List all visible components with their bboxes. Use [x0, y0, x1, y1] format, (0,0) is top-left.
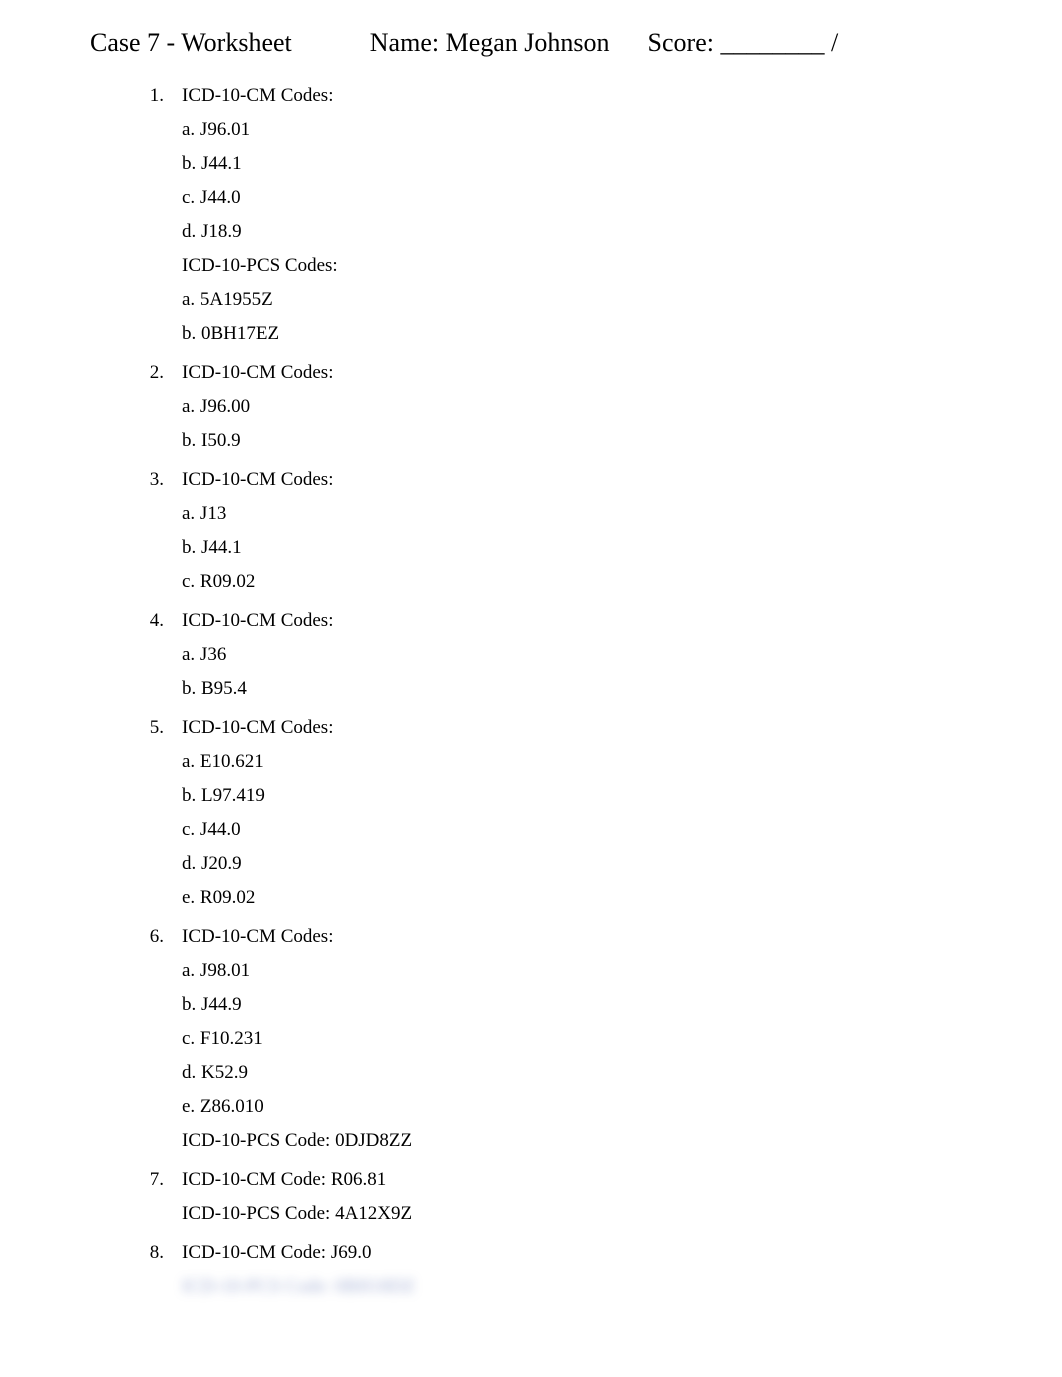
code-line: a. E10.621: [182, 751, 972, 773]
question-number: 4.: [138, 605, 182, 632]
question-number: 7.: [138, 1164, 182, 1191]
code-line: b. J44.1: [182, 153, 972, 175]
code-line: a. J96.00: [182, 396, 972, 418]
question-content: ICD-10-CM Codes: a. J98.01 b. J44.9 c. F10.…: [182, 921, 972, 1164]
score-suffix: /: [831, 28, 838, 57]
code-line: a. J13: [182, 503, 972, 525]
code-line: d. J20.9: [182, 853, 972, 875]
header-score: Score: ________ /: [648, 28, 839, 58]
code-line: c. J44.0: [182, 819, 972, 841]
code-line: e. R09.02: [182, 887, 972, 909]
code-line: c. J44.0: [182, 187, 972, 209]
code-line: b. I50.9: [182, 430, 972, 452]
name-label: Name:: [370, 28, 439, 57]
code-line: d. K52.9: [182, 1062, 972, 1084]
code-line: a. J36: [182, 644, 972, 666]
question-number: 8.: [138, 1237, 182, 1264]
question-number: 1.: [138, 80, 182, 107]
code-line: a. J96.01: [182, 119, 972, 141]
question-content: ICD-10-CM Code: J69.0 ICD-10-PCS Code: 0B…: [182, 1237, 972, 1310]
code-line: a. 5A1955Z: [182, 289, 972, 311]
code-line-inline: ICD-10-PCS Code: 0DJD8ZZ: [182, 1130, 972, 1152]
code-line: d. J18.9: [182, 221, 972, 243]
question-item: 1.ICD-10-CM Codes: a. J96.01 b. J44.1 c. J4…: [138, 80, 972, 357]
questions-list: 1.ICD-10-CM Codes:a. J96.01b. J44.1c. J4…: [90, 80, 972, 1310]
header-title: Case 7 - Worksheet: [90, 28, 292, 58]
code-line: b. 0BH17EZ: [182, 323, 972, 345]
question-content: ICD-10-CM Codes: a. J13 b. J44.1 c. R09.02: [182, 464, 972, 605]
question-item: 8.ICD-10-CM Code: J69.0 ICD-10-PCS Code: …: [138, 1237, 972, 1310]
question-content: ICD-10-CM Code: R06.81 ICD-10-PCS Code: 4…: [182, 1164, 972, 1237]
code-group-heading: ICD-10-CM Codes:: [182, 469, 972, 491]
question-content: ICD-10-CM Codes: a. J96.00 b. I50.9: [182, 357, 972, 464]
code-group-heading: ICD-10-CM Codes:: [182, 610, 972, 632]
code-line: c. R09.02: [182, 571, 972, 593]
question-item: 5.ICD-10-CM Codes: a. E10.621 b. L97.419 c.…: [138, 712, 972, 921]
code-line: b. J44.9: [182, 994, 972, 1016]
code-line-inline: ICD-10-PCS Code: 4A12X9Z: [182, 1203, 972, 1225]
question-item: 7.ICD-10-CM Code: R06.81 ICD-10-PCS Code:…: [138, 1164, 972, 1237]
question-number: 6.: [138, 921, 182, 948]
question-content: ICD-10-CM Codes: a. J36 b. B95.4: [182, 605, 972, 712]
code-line-inline: ICD-10-CM Code: J69.0: [182, 1242, 972, 1264]
score-blank: ________: [720, 28, 824, 57]
question-item: 2.ICD-10-CM Codes: a. J96.00 b. I50.9: [138, 357, 972, 464]
question-item: 4.ICD-10-CM Codes: a. J36 b. B95.4: [138, 605, 972, 712]
code-line-inline: ICD-10-CM Code: R06.81: [182, 1169, 972, 1191]
question-content: ICD-10-CM Codes: a. E10.621 b. L97.419 c. J…: [182, 712, 972, 921]
code-group-heading: ICD-10-CM Codes:: [182, 85, 972, 107]
question-number: 3.: [138, 464, 182, 491]
question-content: ICD-10-CM Codes: a. J96.01 b. J44.1 c. J44.…: [182, 80, 972, 357]
code-group-heading: ICD-10-CM Codes:: [182, 362, 972, 384]
code-line: a. J98.01: [182, 960, 972, 982]
question-item: 6.ICD-10-CM Codes: a. J98.01 b. J44.9 c. F1…: [138, 921, 972, 1164]
code-line: b. J44.1: [182, 537, 972, 559]
header-row: Case 7 - Worksheet Name: Megan Johnson S…: [90, 28, 972, 58]
question-item: 3.ICD-10-CM Codes: a. J13 b. J44.1 c. R09.0…: [138, 464, 972, 605]
code-line: e. Z86.010: [182, 1096, 972, 1118]
header-name: Name: Megan Johnson: [370, 28, 610, 58]
worksheet-page: Case 7 - Worksheet Name: Megan Johnson S…: [0, 0, 1062, 1377]
score-label: Score:: [648, 28, 714, 57]
name-value: Megan Johnson: [446, 28, 610, 57]
code-line: c. F10.231: [182, 1028, 972, 1050]
code-group-heading: ICD-10-CM Codes:: [182, 926, 972, 948]
code-group-heading: ICD-10-PCS Codes:: [182, 255, 972, 277]
code-line: b. L97.419: [182, 785, 972, 807]
code-line: b. B95.4: [182, 678, 972, 700]
code-line-blurred: ICD-10-PCS Code: 0BH18DZ: [182, 1276, 972, 1298]
question-number: 5.: [138, 712, 182, 739]
question-number: 2.: [138, 357, 182, 384]
code-group-heading: ICD-10-CM Codes:: [182, 717, 972, 739]
